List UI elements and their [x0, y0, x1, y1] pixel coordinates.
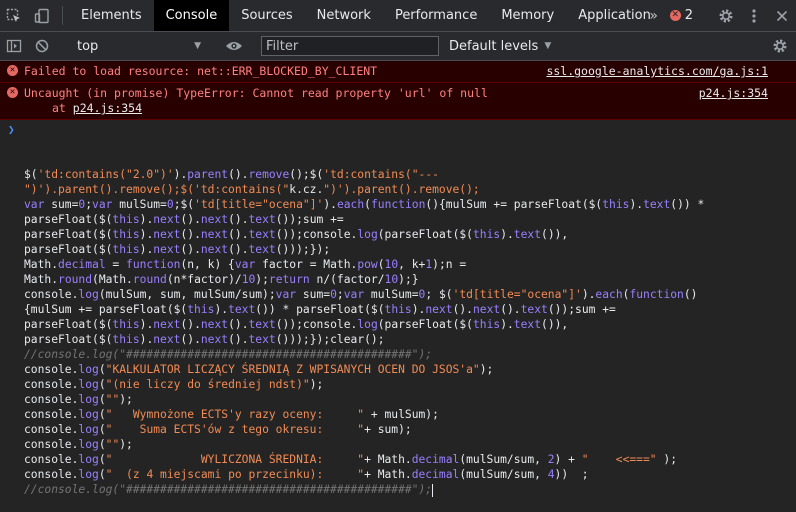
error-count-badge[interactable]: ✕ 2: [664, 8, 699, 23]
stack-trace-line: at p24.js:354: [24, 101, 788, 116]
code-line: console.log("KALKULATOR LICZĄCY ŚREDNIĄ …: [24, 363, 494, 376]
tab-sources[interactable]: Sources: [229, 0, 304, 31]
console-error-message: ✕ Failed to load resource: net::ERR_BLOC…: [0, 61, 796, 83]
code-line: parseFloat($(this).next().next().text())…: [24, 243, 331, 256]
console-settings-gear-icon[interactable]: [766, 38, 794, 54]
code-line: {mulSum += parseFloat($(this).text()) * …: [24, 303, 616, 316]
tab-console[interactable]: Console: [153, 0, 230, 31]
code-line: console.log("");: [24, 393, 133, 406]
stack-trace-at: at: [52, 101, 66, 115]
error-text: Failed to load resource: net::ERR_BLOCKE…: [24, 64, 378, 78]
close-devtools-icon[interactable]: [768, 10, 796, 22]
tabbar-separator: [62, 6, 63, 25]
levels-dropdown-arrow-icon: ▼: [544, 41, 552, 51]
error-icon: ✕: [7, 87, 18, 98]
devtools-tabbar: Elements Console Sources Network Perform…: [0, 0, 796, 32]
code-line: parseFloat($(this).next().next().text())…: [24, 228, 569, 241]
error-text: Uncaught (in promise) TypeError: Cannot …: [24, 86, 488, 100]
code-line: $('td:contains("2.0")').parent().remove(…: [24, 168, 439, 181]
code-line: console.log("(nie liczy do średniej ndst…: [24, 378, 324, 391]
log-levels-dropdown[interactable]: Default levels ▼: [449, 39, 551, 54]
console-input[interactable]: ❯ $('td:contains("2.0")').parent().remov…: [0, 120, 796, 512]
tab-performance[interactable]: Performance: [383, 0, 489, 31]
filter-input[interactable]: Filter: [261, 36, 439, 56]
live-expression-eye-icon[interactable]: [220, 40, 248, 52]
settings-gear-icon[interactable]: [712, 8, 740, 24]
clear-console-icon[interactable]: [28, 39, 56, 53]
code-line: Math.decimal = function(n, k) {var facto…: [24, 258, 467, 271]
code-line: parseFloat($(this).next().next().text())…: [24, 213, 344, 226]
customize-menu-icon[interactable]: [740, 8, 768, 23]
error-source-link[interactable]: ssl.google-analytics.com/ga.js:1: [546, 64, 768, 79]
code-line: console.log(" Suma ECTS'ów z tego okresu…: [24, 423, 412, 436]
code-line: //console.log("#########################…: [24, 348, 433, 361]
tab-network[interactable]: Network: [305, 0, 383, 31]
context-selector-value: top: [77, 38, 99, 54]
error-source-link[interactable]: p24.js:354: [699, 86, 768, 101]
inspect-element-icon[interactable]: [0, 0, 28, 31]
code-line: //console.log("#########################…: [24, 483, 434, 497]
text-cursor: [432, 483, 434, 497]
error-icon: ✕: [7, 65, 18, 76]
tab-elements[interactable]: Elements: [69, 0, 154, 31]
code-line: console.log(" WYLICZONA ŚREDNIA: "+ Math…: [24, 453, 677, 466]
more-tabs-icon[interactable]: »: [644, 8, 664, 24]
error-icon: ✕: [669, 10, 681, 21]
code-line: parseFloat($(this).next().next().text())…: [24, 318, 569, 331]
code-line: console.log("");: [24, 438, 133, 451]
console-prompt-chevron-icon: ❯: [8, 123, 15, 136]
error-count: 2: [684, 8, 693, 23]
context-selector[interactable]: top ▼: [71, 32, 207, 60]
log-levels-label: Default levels: [449, 38, 539, 54]
code-line: console.log(" Wymnożone ECTS'y razy ocen…: [24, 408, 439, 421]
device-toolbar-icon[interactable]: [28, 0, 56, 31]
stack-trace-link[interactable]: p24.js:354: [73, 101, 142, 115]
code-line: console.log(" (z 4 miejscami po przecink…: [24, 468, 589, 481]
code-line: console.log(mulSum, sum, mulSum/sum);var…: [24, 288, 698, 301]
tab-memory[interactable]: Memory: [489, 0, 566, 31]
code-line: var sum=0;var mulSum=0;$('td[title="ocen…: [24, 198, 705, 211]
code-line: ")').parent().remove();$('td:contains("k…: [24, 183, 480, 196]
console-code: $('td:contains("2.0")').parent().remove(…: [24, 167, 788, 497]
console-toolbar: top ▼ Filter Default levels ▼: [0, 32, 796, 61]
console-error-message: ✕ Uncaught (in promise) TypeError: Canno…: [0, 83, 796, 120]
sidebar-toggle-icon[interactable]: [0, 38, 28, 54]
code-line: Math.round(Math.round(n*factor)/10);retu…: [24, 273, 419, 286]
dropdown-arrow-icon: ▼: [194, 41, 201, 51]
code-line: parseFloat($(this).next().next().text())…: [24, 333, 385, 346]
